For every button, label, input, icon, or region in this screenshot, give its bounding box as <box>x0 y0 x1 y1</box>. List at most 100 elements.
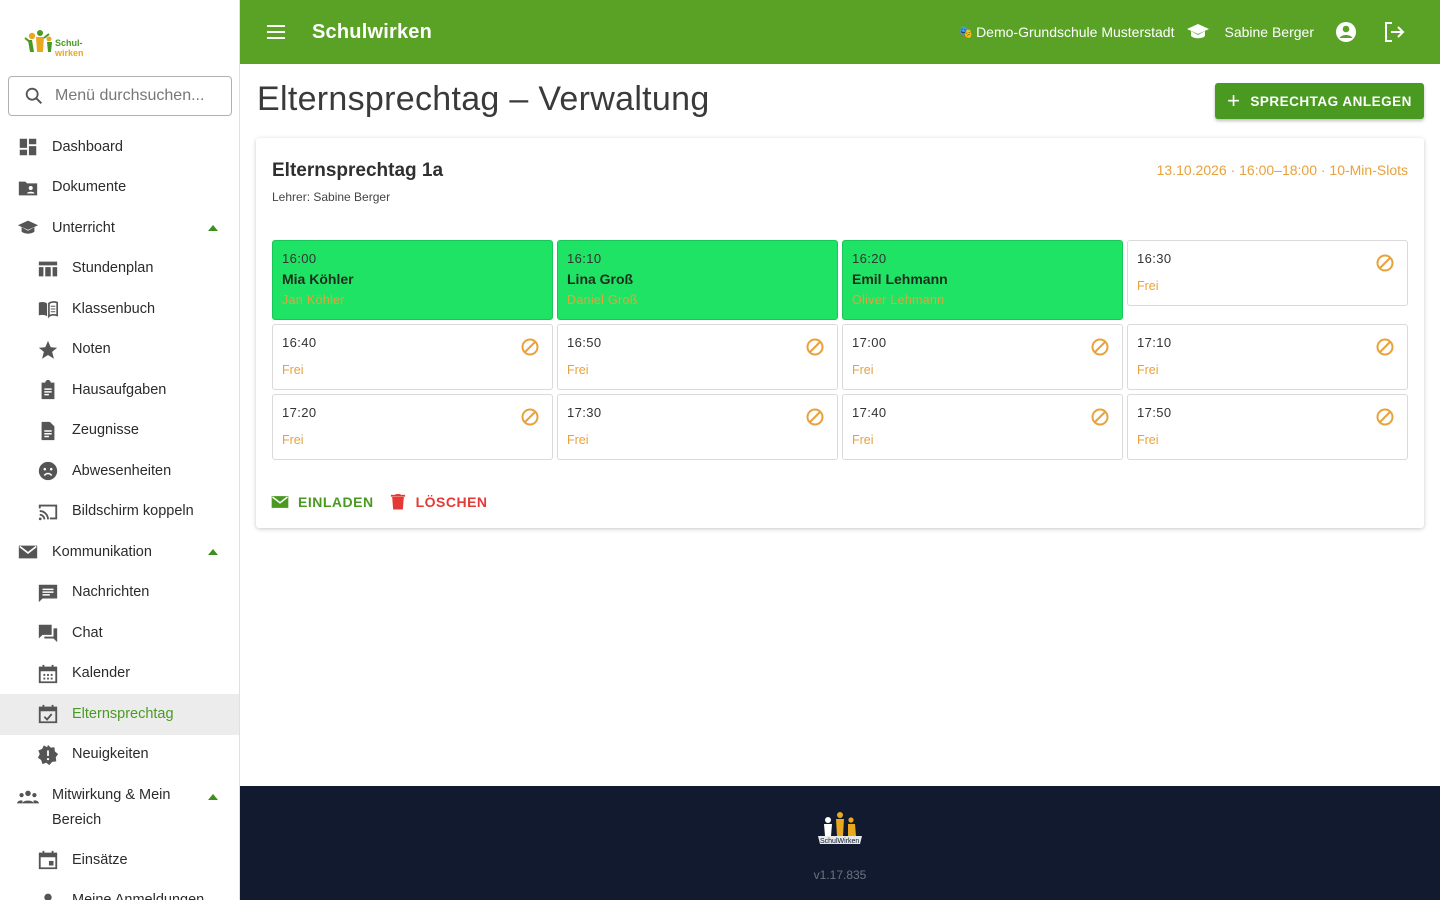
logout-icon[interactable] <box>1382 20 1406 44</box>
slot-booked[interactable]: 16:00 Mia Köhler Jan Köhler <box>272 240 553 320</box>
clipboard-icon <box>36 378 60 402</box>
schulwirken-logo[interactable]: Schul- wirken <box>22 26 92 62</box>
sidebar-item-dashboard[interactable]: Dashboard <box>0 127 239 168</box>
sidebar-item-label: Noten <box>72 341 111 358</box>
sidebar-item-klassenbuch[interactable]: Klassenbuch <box>0 289 239 330</box>
sidebar-item-label: Dashboard <box>52 138 123 155</box>
sidebar-item-neuigkeiten[interactable]: Neuigkeiten <box>0 735 239 776</box>
card-teacher: Lehrer: Sabine Berger <box>272 190 391 204</box>
slot-parent: Oliver Lehmann <box>852 293 945 307</box>
dashboard-icon <box>16 135 40 159</box>
slot-free[interactable]: 17:30 Frei <box>557 394 838 460</box>
slot-parent: Daniel Groß <box>567 293 638 307</box>
plus-icon: + <box>1227 88 1241 113</box>
block-slot-icon[interactable] <box>1090 337 1110 357</box>
school-name: Demo-Grundschule Musterstadt <box>976 24 1175 40</box>
delete-button[interactable]: LÖSCHEN <box>388 492 488 512</box>
slot-status: Frei <box>282 433 304 447</box>
slot-time: 16:00 <box>282 251 317 266</box>
menu-search[interactable] <box>8 76 232 116</box>
sidebar-item-label: Kalender <box>72 665 131 682</box>
block-slot-icon[interactable] <box>805 337 825 357</box>
slot-booked[interactable]: 16:20 Emil Lehmann Oliver Lehmann <box>842 240 1123 320</box>
collapse-caret-icon[interactable] <box>208 225 218 232</box>
slot-status: Frei <box>852 433 874 447</box>
slot-free[interactable]: 17:00 Frei <box>842 324 1123 390</box>
slot-time: 16:30 <box>1137 251 1172 266</box>
sidebar-item-nachrichten[interactable]: Nachrichten <box>0 573 239 614</box>
block-slot-icon[interactable] <box>1375 337 1395 357</box>
sidebar-item-label: Elternsprechtag <box>72 705 174 722</box>
menu-toggle-button[interactable] <box>264 20 288 44</box>
school-cap-icon[interactable] <box>1186 20 1210 44</box>
card-title: Elternsprechtag 1a <box>272 160 444 181</box>
sidebar-group-mitwirkung[interactable]: Mitwirkung & Mein Bereich <box>0 775 239 840</box>
slot-free[interactable]: 17:20 Frei <box>272 394 553 460</box>
sidebar-item-einsaetze[interactable]: Einsätze <box>0 840 239 881</box>
delete-label: LÖSCHEN <box>415 494 488 510</box>
sidebar-item-zeugnisse[interactable]: Zeugnisse <box>0 411 239 452</box>
sidebar-item-abwesenheiten[interactable]: Abwesenheiten <box>0 451 239 492</box>
slot-free[interactable]: 16:40 Frei <box>272 324 553 390</box>
slot-time: 16:10 <box>567 251 602 266</box>
slot-free[interactable]: 16:50 Frei <box>557 324 838 390</box>
sidebar-item-noten[interactable]: Noten <box>0 330 239 371</box>
calendar-check-icon <box>36 702 60 726</box>
slot-time: 17:20 <box>282 405 317 420</box>
card-meta: 13.10.2026 · 16:00–18:00 · 10-Min-Slots <box>1156 162 1408 178</box>
collapse-caret-icon[interactable] <box>208 549 218 556</box>
sidebar-item-label: Bildschirm koppeln <box>72 503 194 520</box>
sidebar-item-chat[interactable]: Chat <box>0 613 239 654</box>
create-sprechtag-button[interactable]: + SPRECHTAG ANLEGEN <box>1215 83 1424 119</box>
person-icon <box>36 889 60 900</box>
document-icon <box>36 419 60 443</box>
slot-parent: Jan Köhler <box>282 293 345 307</box>
slot-free[interactable]: 17:40 Frei <box>842 394 1123 460</box>
invite-button[interactable]: EINLADEN <box>270 492 374 512</box>
slot-student: Emil Lehmann <box>852 271 948 287</box>
topbar-right: 🎭 Demo-Grundschule Musterstadt Sabine Be… <box>958 0 1440 64</box>
new-badge-icon <box>36 743 60 767</box>
sidebar-group-unterricht[interactable]: Unterricht <box>0 208 239 249</box>
cast-icon <box>36 500 60 524</box>
slot-free[interactable]: 17:10 Frei <box>1127 324 1408 390</box>
slot-free[interactable]: 17:50 Frei <box>1127 394 1408 460</box>
slot-status: Frei <box>1137 279 1159 293</box>
sidebar-item-meine-anmeldungen[interactable]: Meine Anmeldungen <box>0 881 239 900</box>
sidebar-group-kommunikation[interactable]: Kommunikation <box>0 532 239 573</box>
menu-search-input[interactable] <box>55 87 215 105</box>
sidebar-item-kalender[interactable]: Kalender <box>0 654 239 695</box>
block-slot-icon[interactable] <box>520 337 540 357</box>
sidebar-item-label: Chat <box>72 624 103 641</box>
mail-icon <box>16 540 40 564</box>
sidebar-item-stundenplan[interactable]: Stundenplan <box>0 249 239 290</box>
trash-icon <box>390 494 405 510</box>
slot-time: 17:10 <box>1137 335 1172 350</box>
collapse-caret-icon[interactable] <box>208 794 218 800</box>
block-slot-icon[interactable] <box>805 407 825 427</box>
sidebar-item-dokumente[interactable]: Dokumente <box>0 168 239 209</box>
block-slot-icon[interactable] <box>1375 253 1395 273</box>
user-name[interactable]: Sabine Berger <box>1224 24 1314 40</box>
slot-status: Frei <box>1137 363 1159 377</box>
block-slot-icon[interactable] <box>1090 407 1110 427</box>
slot-time: 16:50 <box>567 335 602 350</box>
event-icon <box>36 848 60 872</box>
block-slot-icon[interactable] <box>1375 407 1395 427</box>
create-sprechtag-label: SPRECHTAG ANLEGEN <box>1250 93 1412 109</box>
svg-text:wirken: wirken <box>54 48 84 58</box>
slot-booked[interactable]: 16:10 Lina Groß Daniel Groß <box>557 240 838 320</box>
slot-time: 17:50 <box>1137 405 1172 420</box>
block-slot-icon[interactable] <box>520 407 540 427</box>
sidebar-item-elternsprechtag[interactable]: Elternsprechtag <box>0 694 239 735</box>
school-selector[interactable]: 🎭 Demo-Grundschule Musterstadt <box>958 24 1174 40</box>
slot-status: Frei <box>1137 433 1159 447</box>
table-icon <box>36 257 60 281</box>
slot-free[interactable]: 16:30 Frei <box>1127 240 1408 306</box>
schulwirken-footer-logo: SchulWirken <box>818 812 862 845</box>
account-circle-icon[interactable] <box>1334 20 1358 44</box>
app-version: v1.17.835 <box>813 868 867 882</box>
sidebar-item-bildschirm-koppeln[interactable]: Bildschirm koppeln <box>0 492 239 533</box>
slot-status: Frei <box>282 363 304 377</box>
sidebar-item-hausaufgaben[interactable]: Hausaufgaben <box>0 370 239 411</box>
